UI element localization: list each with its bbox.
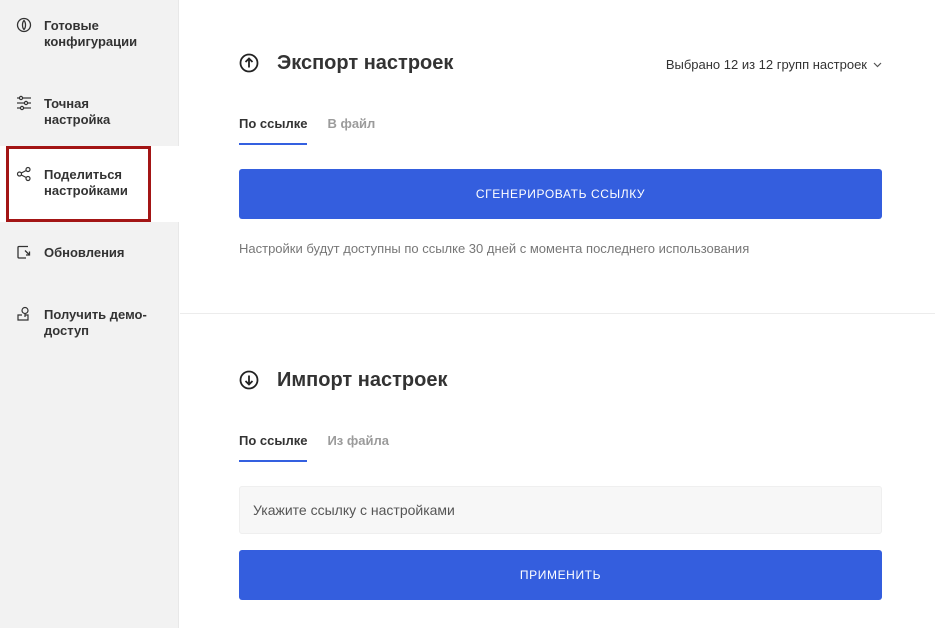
tab-export-to-file[interactable]: В файл (327, 116, 375, 145)
preset-icon (16, 17, 32, 33)
sidebar-item-ready-configs[interactable]: Готовые конфигурации (0, 0, 179, 80)
share-icon (16, 166, 32, 182)
settings-link-input[interactable] (239, 486, 882, 534)
sidebar-item-share-settings[interactable]: Поделиться настройками (0, 146, 179, 222)
export-title: Экспорт настроек (277, 52, 454, 74)
sliders-icon (16, 95, 32, 111)
export-hint: Настройки будут доступны по ссылке 30 дн… (239, 241, 750, 256)
update-icon (16, 244, 32, 260)
upload-icon (239, 53, 259, 73)
sidebar-item-label: Поделиться (44, 167, 123, 182)
generate-link-button[interactable]: Сгенерировать ссылку (239, 169, 882, 219)
export-tabs: По ссылке В файл (239, 116, 395, 145)
sidebar-item-label: Точная (44, 96, 89, 111)
sidebar-item-fine-tuning[interactable]: Точная настройка (0, 80, 179, 146)
sidebar-item-updates[interactable]: Обновления (0, 222, 179, 288)
section-divider (180, 313, 935, 314)
sidebar-item-demo-access[interactable]: Получить демо- доступ (0, 288, 179, 368)
chevron-down-icon (873, 62, 882, 67)
tab-import-by-link[interactable]: По ссылке (239, 433, 308, 462)
key-icon (16, 306, 32, 322)
sidebar-item-label: Готовые (44, 18, 99, 33)
sidebar: Готовые конфигурации Точная настройка По… (0, 0, 179, 628)
tab-import-from-file[interactable]: Из файла (327, 433, 389, 462)
import-title: Импорт настроек (277, 369, 448, 391)
import-tabs: По ссылке Из файла (239, 433, 409, 462)
sidebar-item-label: доступ (44, 323, 90, 338)
apply-button[interactable]: Применить (239, 550, 882, 600)
tab-export-by-link[interactable]: По ссылке (239, 116, 308, 145)
sidebar-item-label: конфигурации (44, 34, 138, 49)
sidebar-item-label: Обновления (44, 245, 125, 260)
sidebar-item-label: Получить демо- (44, 307, 147, 322)
download-icon (239, 370, 259, 390)
main-content: Экспорт настроек Выбрано 12 из 12 групп … (180, 0, 935, 628)
settings-groups-selector[interactable]: Выбрано 12 из 12 групп настроек (666, 57, 882, 72)
selector-label: Выбрано 12 из 12 групп настроек (665, 57, 867, 72)
sidebar-item-label: настройками (44, 183, 128, 198)
sidebar-item-label: настройка (44, 112, 111, 127)
